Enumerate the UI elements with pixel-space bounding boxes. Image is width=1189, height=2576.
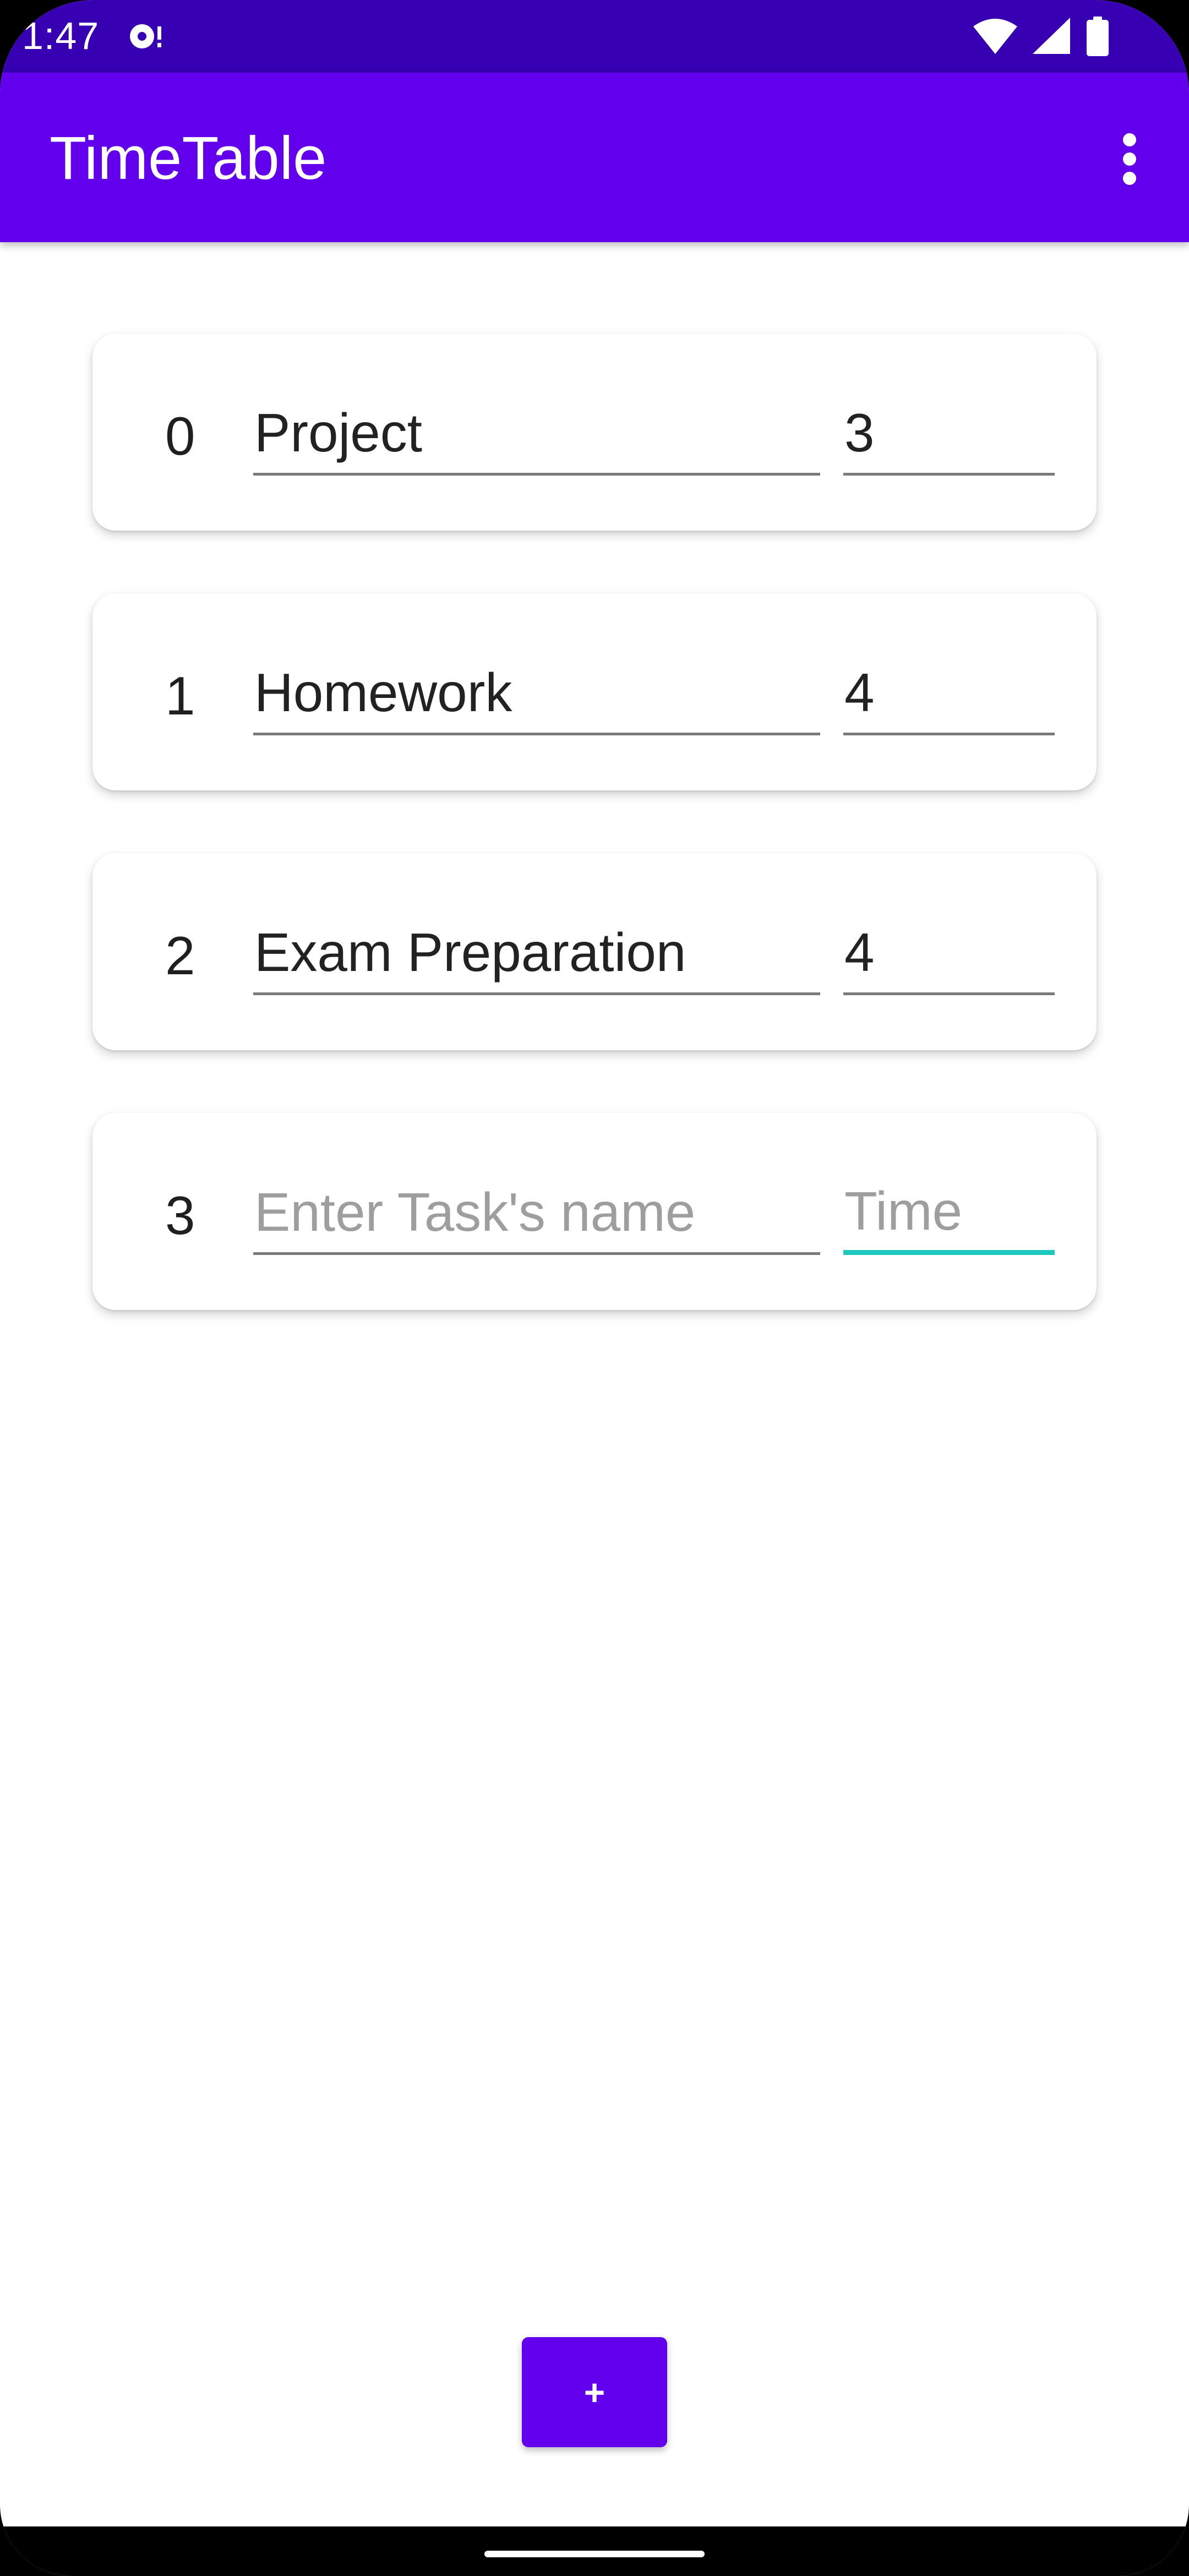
task-time-field[interactable]: [843, 1172, 1055, 1255]
signal-icon: [1033, 18, 1070, 54]
task-name-field[interactable]: [253, 913, 820, 995]
task-time-field[interactable]: [843, 393, 1055, 476]
app-title: TimeTable: [50, 124, 327, 192]
more-vert-icon: [1123, 133, 1136, 185]
home-handle[interactable]: [484, 2551, 705, 2557]
battery-icon: [1087, 17, 1109, 56]
more-options-button[interactable]: [1097, 118, 1163, 200]
navigation-bar: [0, 2526, 1189, 2576]
task-card: 3: [92, 1113, 1097, 1310]
task-name-field[interactable]: [253, 653, 820, 735]
wifi-icon: [973, 19, 1017, 54]
app-bar: TimeTable: [0, 73, 1189, 242]
task-index: 3: [165, 1185, 195, 1246]
app-screen: 1:47 TimeTable 0 Project 3 1 Homework 4 …: [0, 0, 1189, 2576]
task-index: 0: [165, 406, 195, 466]
status-icons: [973, 17, 1109, 56]
task-time-field[interactable]: [843, 653, 1055, 735]
task-name-field[interactable]: [253, 393, 820, 476]
task-card: 0: [92, 334, 1097, 531]
task-name-field[interactable]: [253, 1172, 820, 1255]
notification-icon: [130, 24, 161, 48]
task-time-field[interactable]: [843, 913, 1055, 995]
add-task-button[interactable]: +: [522, 2337, 667, 2447]
task-card: 2: [92, 853, 1097, 1050]
task-card: 1: [92, 593, 1097, 790]
task-index: 2: [165, 925, 195, 986]
status-time: 1:47: [22, 14, 100, 57]
status-bar: 1:47: [0, 0, 1189, 73]
task-index: 1: [165, 665, 195, 726]
